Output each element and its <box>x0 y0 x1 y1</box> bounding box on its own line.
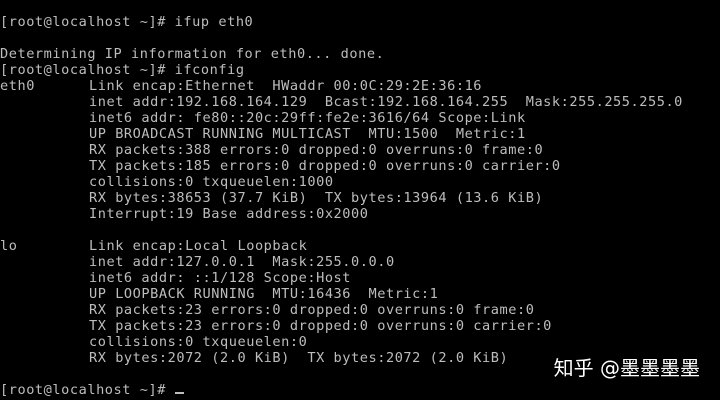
eth0-detail: UP BROADCAST RUNNING MULTICAST MTU:1500 … <box>89 126 526 142</box>
text-cursor <box>174 392 184 394</box>
eth0-line: Interrupt:19 Base address:0x2000 <box>0 206 720 222</box>
eth0-line: collisions:0 txqueuelen:1000 <box>0 174 720 190</box>
shell-prompt: [root@localhost ~]# <box>0 382 175 398</box>
lo-line: TX packets:23 errors:0 dropped:0 overrun… <box>0 318 720 334</box>
lo-detail: inet6 addr: ::1/128 Scope:Host <box>89 270 352 286</box>
eth0-line: inet6 addr: fe80::20c:29ff:fe2e:3616/64 … <box>0 110 720 126</box>
watermark-text: 知乎 @墨墨墨墨 <box>553 356 700 380</box>
terminal-window[interactable]: [root@localhost ~]# ifup eth0 Determinin… <box>0 0 720 400</box>
eth0-detail: inet addr:192.168.164.129 Bcast:192.168.… <box>89 94 683 110</box>
shell-prompt-line[interactable]: [root@localhost ~]# <box>0 382 720 398</box>
lo-line: UP LOOPBACK RUNNING MTU:16436 Metric:1 <box>0 286 720 302</box>
eth0-detail: RX bytes:38653 (37.7 KiB) TX bytes:13964… <box>89 190 544 206</box>
eth0-detail: RX packets:388 errors:0 dropped:0 overru… <box>89 142 544 158</box>
lo-detail: RX packets:23 errors:0 dropped:0 overrun… <box>89 302 535 318</box>
command-line-ifconfig: [root@localhost ~]# ifconfig <box>0 62 245 78</box>
lo-detail: TX packets:23 errors:0 dropped:0 overrun… <box>89 318 552 334</box>
eth0-line: TX packets:185 errors:0 dropped:0 overru… <box>0 158 720 174</box>
eth0-detail: Link encap:Ethernet HWaddr 00:0C:29:2E:3… <box>89 78 483 94</box>
eth0-line: RX bytes:38653 (37.7 KiB) TX bytes:13964… <box>0 190 720 206</box>
lo-line: inet addr:127.0.0.1 Mask:255.0.0.0 <box>0 254 720 270</box>
lo-detail: Link encap:Local Loopback <box>89 238 308 254</box>
eth0-detail: inet6 addr: fe80::20c:29ff:fe2e:3616/64 … <box>89 110 526 126</box>
lo-detail: RX bytes:2072 (2.0 KiB) TX bytes:2072 (2… <box>89 350 509 366</box>
lo-detail: collisions:0 txqueuelen:0 <box>89 334 308 350</box>
lo-line: RX packets:23 errors:0 dropped:0 overrun… <box>0 302 720 318</box>
eth0-line: inet addr:192.168.164.129 Bcast:192.168.… <box>0 94 720 110</box>
interface-name-lo: lo <box>0 238 18 254</box>
command-line-ifup: [root@localhost ~]# ifup eth0 <box>0 14 254 30</box>
lo-line: collisions:0 txqueuelen:0 <box>0 334 720 350</box>
eth0-line: UP BROADCAST RUNNING MULTICAST MTU:1500 … <box>0 126 720 142</box>
eth0-line: RX packets:388 errors:0 dropped:0 overru… <box>0 142 720 158</box>
lo-line: inet6 addr: ::1/128 Scope:Host <box>0 270 720 286</box>
lo-detail: UP LOOPBACK RUNNING MTU:16436 Metric:1 <box>89 286 439 302</box>
lo-detail: inet addr:127.0.0.1 Mask:255.0.0.0 <box>89 254 395 270</box>
eth0-detail: Interrupt:19 Base address:0x2000 <box>89 206 369 222</box>
eth0-line: eth0 Link encap:Ethernet HWaddr 00:0C:29:… <box>0 78 720 94</box>
eth0-detail: TX packets:185 errors:0 dropped:0 overru… <box>89 158 561 174</box>
eth0-detail: collisions:0 txqueuelen:1000 <box>89 174 334 190</box>
lo-line: lo Link encap:Local Loopback <box>0 238 720 254</box>
dhcp-output-line: Determining IP information for eth0... d… <box>0 46 385 62</box>
interface-name-eth0: eth0 <box>0 78 35 94</box>
